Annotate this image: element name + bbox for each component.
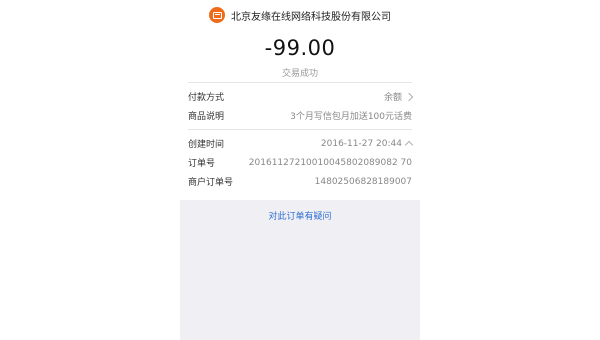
order-number-row: 订单号 20161127210010045802089082 70	[180, 153, 420, 172]
product-description-row: 商品说明 3个月写信包月加送100元话费	[180, 106, 420, 125]
transaction-status: 交易成功	[281, 69, 318, 79]
payment-method-label: 付款方式	[188, 93, 225, 103]
chevron-right-icon	[404, 92, 414, 101]
order-question-link[interactable]: 对此订单有疑问	[180, 209, 420, 222]
order-number-value: 20161127210010045802089082 70	[248, 157, 412, 168]
bill-detail-screen: 北京友缘在线网络科技股份有限公司 -99.00 交易成功 付款方式 余额 商品说…	[180, 0, 420, 340]
order-details: 创建时间 2016-11-27 20:44 订单号 20161127210010…	[180, 130, 420, 195]
payment-method-row[interactable]: 付款方式 余额	[180, 87, 420, 106]
merchant-order-number-label: 商户订单号	[188, 178, 234, 188]
merchant-order-number-value: 14802506828189007	[314, 176, 412, 187]
product-description-label: 商品说明	[188, 112, 225, 122]
created-time-row[interactable]: 创建时间 2016-11-27 20:44	[180, 134, 420, 153]
merchant-header: 北京友缘在线网络科技股份有限公司	[180, 0, 420, 30]
store-icon	[209, 7, 225, 23]
order-number-label: 订单号	[188, 159, 216, 169]
created-time-label: 创建时间	[188, 140, 225, 150]
merchant-order-number-row: 商户订单号 14802506828189007	[180, 172, 420, 191]
transaction-amount: -99.00	[264, 36, 336, 60]
payment-method-value: 余额	[383, 93, 402, 103]
footer-area: 对此订单有疑问	[180, 200, 420, 340]
created-time-value: 2016-11-27 20:44	[320, 138, 402, 149]
payment-details: 付款方式 余额 商品说明 3个月写信包月加送100元话费	[180, 83, 420, 125]
merchant-name: 北京友缘在线网络科技股份有限公司	[231, 11, 391, 23]
chevron-up-icon	[404, 140, 414, 150]
product-description-value: 3个月写信包月加送100元话费	[290, 112, 412, 122]
